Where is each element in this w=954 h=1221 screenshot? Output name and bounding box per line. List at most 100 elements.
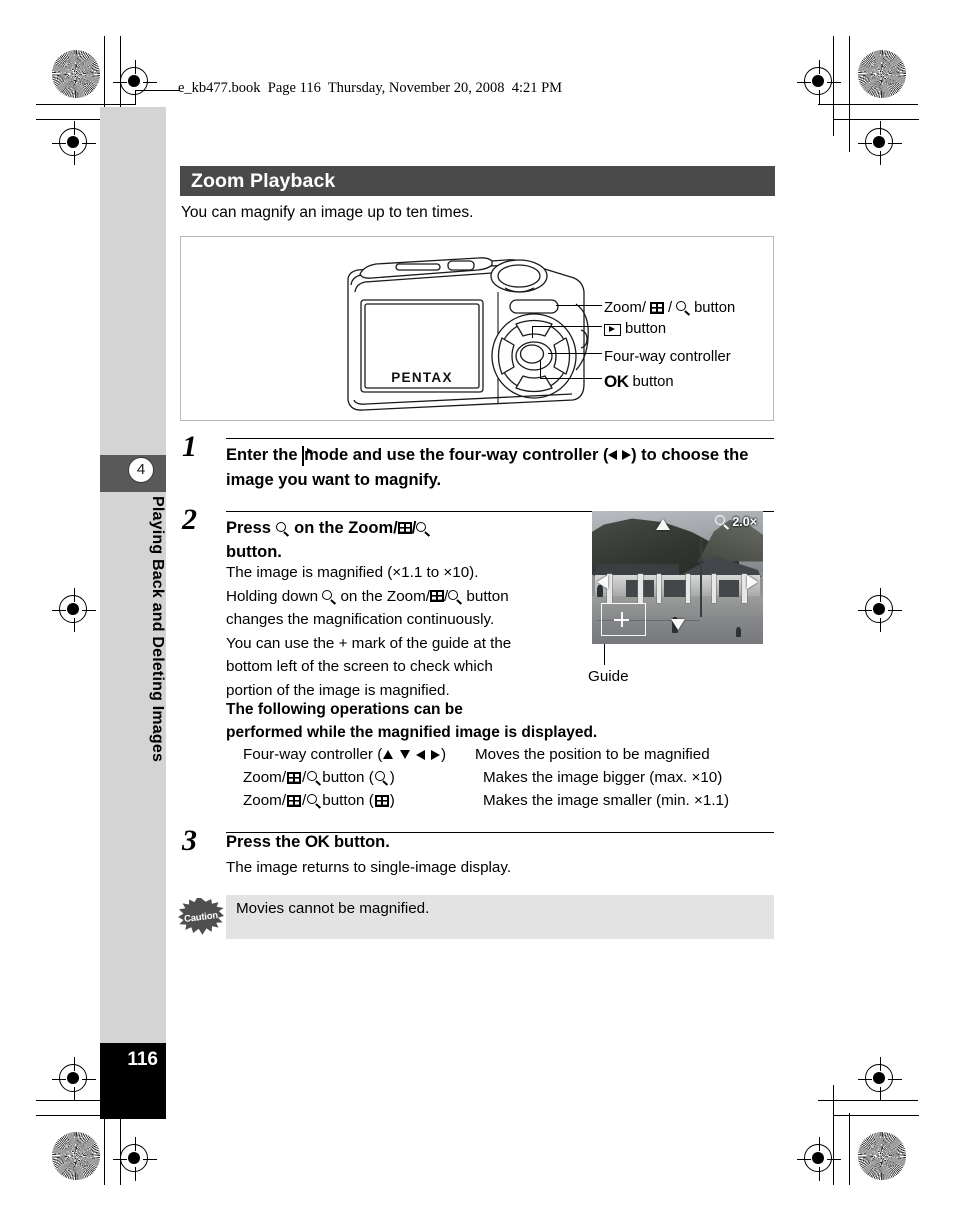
lcd-arrow-up-icon — [655, 519, 670, 530]
registration-target-bottom-right — [797, 1137, 841, 1181]
step-1-rule — [226, 438, 774, 440]
operations-row: Four-way controller ( ) Moves the positi… — [243, 746, 775, 763]
crop-mark — [818, 104, 918, 105]
operations-control: Zoom/ / button () — [243, 769, 395, 786]
step-3-heading: Press the OK button. — [226, 830, 390, 854]
step-2-line-2c: button — [462, 587, 509, 605]
running-head: e_kb477.book Page 116 Thursday, November… — [178, 80, 563, 96]
callout-ok-suffix: button — [632, 374, 674, 390]
callout-slash: / — [667, 300, 673, 316]
playback-icon — [604, 323, 621, 336]
step-1-text-b: mode and use the four-way controller ( — [304, 446, 609, 464]
step-3-text-post: button. — [329, 833, 390, 851]
step-2-line-3: changes the magnification continuously. — [226, 611, 495, 628]
right-arrow-icon — [622, 450, 632, 460]
operations-heading-line-2: performed while the magnified image is d… — [226, 723, 598, 741]
operations-control-post: ) — [389, 792, 395, 809]
color-registration-star-bottom-left — [52, 1132, 100, 1180]
magnify-icon — [307, 770, 321, 785]
callout-ok-button: OK button — [604, 371, 735, 393]
step-2-line-1: The image is magnified (×1.1 to ×10). — [226, 564, 479, 581]
operations-control-post: ) — [389, 769, 395, 786]
lcd-pillar — [607, 573, 612, 603]
registration-target-top-left — [113, 60, 157, 104]
leader-line-ok-vertical — [540, 360, 541, 378]
operations-control-pre: Zoom/ — [243, 792, 287, 809]
ok-glyph: OK — [604, 372, 629, 391]
magnify-icon — [307, 793, 321, 808]
lcd-person — [735, 626, 742, 638]
registration-target-left-upper — [52, 121, 96, 165]
ok-glyph: OK — [304, 832, 330, 851]
leader-line-zoom — [556, 305, 602, 306]
step-3-text-pre: Press the — [226, 833, 305, 851]
guide-caption: Guide — [588, 668, 629, 685]
caution-badge-icon: Caution — [178, 898, 224, 936]
operations-row: Zoom/ / button () Makes the image smaller… — [243, 792, 775, 809]
operations-action: Makes the image smaller (min. ×1.1) — [483, 792, 730, 809]
magnify-icon — [715, 515, 729, 529]
step-3-body: The image returns to single-image displa… — [226, 859, 512, 876]
left-arrow-icon — [608, 450, 618, 460]
lcd-arrow-left-icon — [597, 574, 608, 589]
camera-illustration: PENTAX — [338, 252, 598, 418]
lcd-arrow-down-icon — [670, 619, 685, 630]
callout-playback-suffix: button — [625, 321, 667, 337]
guide-leader-line — [604, 644, 606, 665]
callout-zoom-prefix: Zoom/ — [604, 300, 646, 316]
lcd-guide-box — [601, 603, 646, 636]
step-2-body: The image is magnified (×1.1 to ×10). Ho… — [226, 561, 576, 702]
operations-action: Moves the position to be magnified — [475, 746, 710, 763]
guide-crosshair-vertical — [621, 612, 623, 627]
step-2-line-2a: Holding down — [226, 587, 323, 605]
playback-icon — [302, 446, 305, 466]
callout-zoom-button: Zoom/ / button — [604, 297, 735, 319]
callout-four-way-controller: Four-way controller — [604, 346, 735, 368]
lcd-magnification-indicator: 2.0× — [715, 515, 757, 529]
magnify-icon — [275, 522, 290, 536]
lcd-arrow-right-icon — [747, 574, 758, 589]
step-2-line-5: bottom left of the screen to check which — [226, 658, 493, 675]
lcd-sample-screenshot: 2.0× — [592, 511, 763, 644]
crop-mark — [849, 1113, 850, 1185]
magnify-icon — [448, 589, 462, 604]
registration-target-left-lower — [52, 1057, 96, 1101]
operations-row: Zoom/ / button () Makes the image bigger … — [243, 769, 775, 786]
thumbnail-icon — [397, 522, 412, 534]
magnify-icon — [416, 522, 430, 536]
callout-fourway-label: Four-way controller — [604, 349, 731, 365]
operations-heading-line-1: The following operations can be — [226, 701, 463, 718]
document-page: e_kb477.book Page 116 Thursday, November… — [0, 0, 954, 1221]
chapter-number-badge: 4 — [128, 457, 154, 483]
color-registration-star-top-right — [858, 50, 906, 98]
crop-mark — [849, 36, 850, 152]
crop-mark — [36, 104, 136, 105]
step-3-number: 3 — [182, 824, 197, 857]
step-1-number: 1 — [182, 430, 197, 463]
step-2-press-label: Press — [226, 519, 276, 537]
operations-control-mid: button ( — [322, 792, 374, 809]
magnify-icon — [676, 301, 690, 315]
camera-brand-logo: PENTAX — [391, 370, 453, 385]
crop-mark — [833, 119, 919, 120]
step-2-line-4: You can use the + mark of the guide at t… — [226, 634, 512, 652]
camera-callout-list: Zoom/ / button button Four-way controller… — [604, 297, 735, 393]
color-registration-star-top-left — [52, 50, 100, 98]
lcd-window-dark — [718, 580, 740, 598]
lcd-pillar — [711, 573, 717, 603]
registration-target-bottom-left — [113, 1137, 157, 1181]
caution-text: Movies cannot be magnified. — [236, 900, 430, 917]
operations-control-mid: button ( — [322, 769, 374, 786]
lcd-window-dark — [663, 580, 688, 598]
thumbnail-icon — [374, 794, 389, 807]
right-arrow-icon — [430, 749, 440, 760]
leader-line-playback-vertical — [532, 326, 533, 338]
section-title: Zoom Playback — [180, 166, 775, 196]
step-2-button-word: button. — [226, 543, 282, 561]
running-head-rule — [136, 90, 180, 91]
operations-control-post: ) — [440, 746, 447, 763]
magnify-icon — [322, 589, 336, 604]
page-number: 116 — [127, 1049, 158, 1070]
ops-slash: / — [302, 792, 307, 809]
registration-target-top-right — [797, 60, 841, 104]
